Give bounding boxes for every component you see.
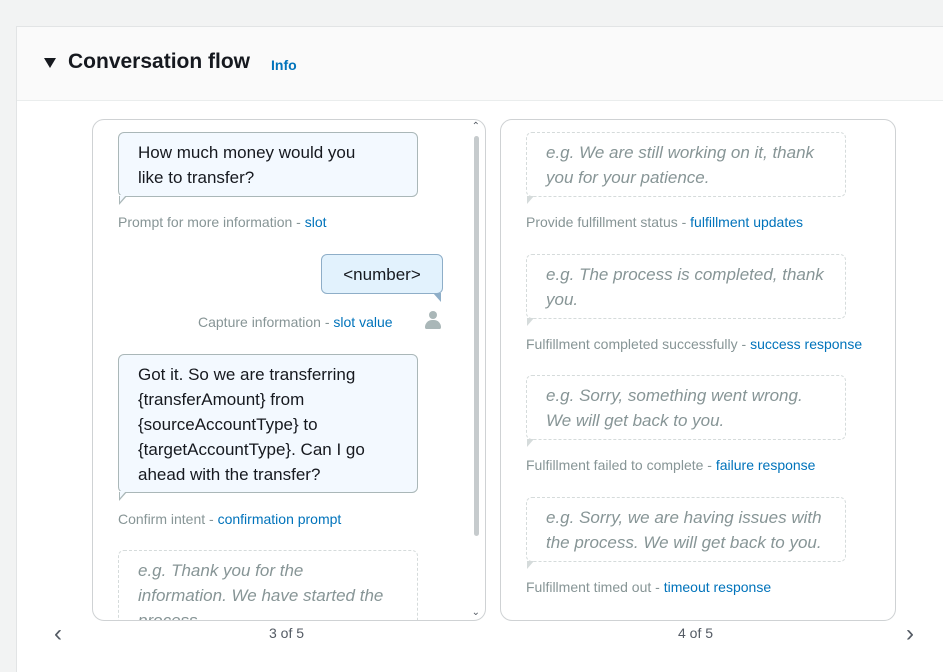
bubble-line: {targetAccountType}. Can I go bbox=[138, 440, 365, 459]
confirmation-prompt-link[interactable]: confirmation prompt bbox=[218, 511, 342, 527]
failure-response-placeholder[interactable]: e.g. Sorry, something went wrong. We wil… bbox=[526, 375, 846, 440]
flow-card-3: How much money would you like to transfe… bbox=[92, 119, 486, 621]
bubble-tail bbox=[527, 196, 534, 204]
caption-text: Prompt for more information - bbox=[118, 214, 305, 230]
bubble-line: {transferAmount} from bbox=[138, 390, 305, 409]
caption-text: Confirm intent - bbox=[118, 511, 218, 527]
user-input-bubble[interactable]: <number> bbox=[321, 254, 443, 294]
caption-timeout: Fulfillment timed out - timeout response bbox=[526, 579, 771, 595]
bubble-line: e.g. Sorry, something went wrong. bbox=[546, 386, 803, 405]
bubble-line: e.g. Thank you for the bbox=[138, 561, 304, 580]
panel-title[interactable]: Conversation flow bbox=[68, 50, 250, 74]
timeout-response-link[interactable]: timeout response bbox=[664, 579, 771, 595]
slot-link[interactable]: slot bbox=[305, 214, 327, 230]
bubble-line: process. bbox=[138, 611, 203, 621]
caption-text: Fulfillment failed to complete - bbox=[526, 457, 716, 473]
bubble-tail bbox=[527, 318, 534, 326]
bubble-line: e.g. Sorry, we are having issues with bbox=[546, 508, 822, 527]
fulfillment-updates-link[interactable]: fulfillment updates bbox=[690, 214, 803, 230]
flow-card-4: e.g. We are still working on it, thank y… bbox=[500, 119, 896, 621]
card-4-pager: 4 of 5 bbox=[678, 625, 714, 641]
caption-failure: Fulfillment failed to complete - failure… bbox=[526, 457, 815, 473]
caption-slot: Prompt for more information - slot bbox=[118, 214, 327, 230]
bubble-line: e.g. The process is completed, thank bbox=[546, 265, 824, 284]
bubble-tail bbox=[119, 491, 127, 501]
caption-text: Provide fulfillment status - bbox=[526, 214, 691, 230]
bubble-line: We will get back to you. bbox=[546, 411, 725, 430]
caption-confirm: Confirm intent - confirmation prompt bbox=[118, 511, 341, 527]
success-response-link[interactable]: success response bbox=[750, 336, 862, 352]
bubble-tail bbox=[119, 195, 127, 205]
bubble-line: the process. We will get back to you. bbox=[546, 533, 822, 552]
scroll-up-icon[interactable]: ⌃ bbox=[472, 121, 480, 132]
bubble-line: information. We have started the bbox=[138, 586, 384, 605]
bubble-line: you. bbox=[546, 290, 579, 309]
closing-response-placeholder[interactable]: e.g. Thank you for the information. We h… bbox=[118, 550, 418, 621]
panel-header: Conversation flow Info bbox=[17, 27, 943, 101]
success-response-placeholder[interactable]: e.g. The process is completed, thank you… bbox=[526, 254, 846, 319]
chevron-left-icon[interactable]: ‹ bbox=[54, 620, 62, 648]
user-icon bbox=[425, 311, 441, 329]
bubble-line: How much money would you bbox=[138, 143, 356, 162]
caption-text: Fulfillment timed out - bbox=[526, 579, 664, 595]
caption-text: Fulfillment completed successfully - bbox=[526, 336, 751, 352]
failure-response-link[interactable]: failure response bbox=[716, 457, 816, 473]
bubble-tail bbox=[527, 561, 534, 569]
caption-capture: Capture information - slot value bbox=[198, 314, 393, 330]
timeout-response-placeholder[interactable]: e.g. Sorry, we are having issues with th… bbox=[526, 497, 846, 562]
bubble-line: like to transfer? bbox=[138, 168, 255, 187]
bubble-line: {sourceAccountType} to bbox=[138, 415, 318, 434]
scroll-down-icon[interactable]: ⌄ bbox=[472, 607, 480, 618]
bubble-tail bbox=[527, 439, 534, 447]
confirmation-bubble[interactable]: Got it. So we are transferring {transfer… bbox=[118, 354, 418, 493]
bubble-line: ahead with the transfer? bbox=[138, 465, 321, 484]
bubble-line: Got it. So we are transferring bbox=[138, 365, 356, 384]
caret-down-icon[interactable] bbox=[44, 58, 56, 68]
slot-value-link[interactable]: slot value bbox=[333, 314, 392, 330]
info-link[interactable]: Info bbox=[271, 57, 297, 73]
fulfillment-updates-placeholder[interactable]: e.g. We are still working on it, thank y… bbox=[526, 132, 846, 197]
scrollbar[interactable] bbox=[474, 136, 479, 536]
bubble-line: you for your patience. bbox=[546, 168, 710, 187]
chevron-right-icon[interactable]: › bbox=[906, 620, 914, 648]
card-3-pager: 3 of 5 bbox=[269, 625, 305, 641]
caption-fulfillment-status: Provide fulfillment status - fulfillment… bbox=[526, 214, 803, 230]
caption-text: Capture information - bbox=[198, 314, 334, 330]
slot-prompt-bubble[interactable]: How much money would you like to transfe… bbox=[118, 132, 418, 197]
bubble-tail bbox=[433, 293, 441, 302]
caption-success: Fulfillment completed successfully - suc… bbox=[526, 336, 862, 352]
bubble-line: e.g. We are still working on it, thank bbox=[546, 143, 815, 162]
